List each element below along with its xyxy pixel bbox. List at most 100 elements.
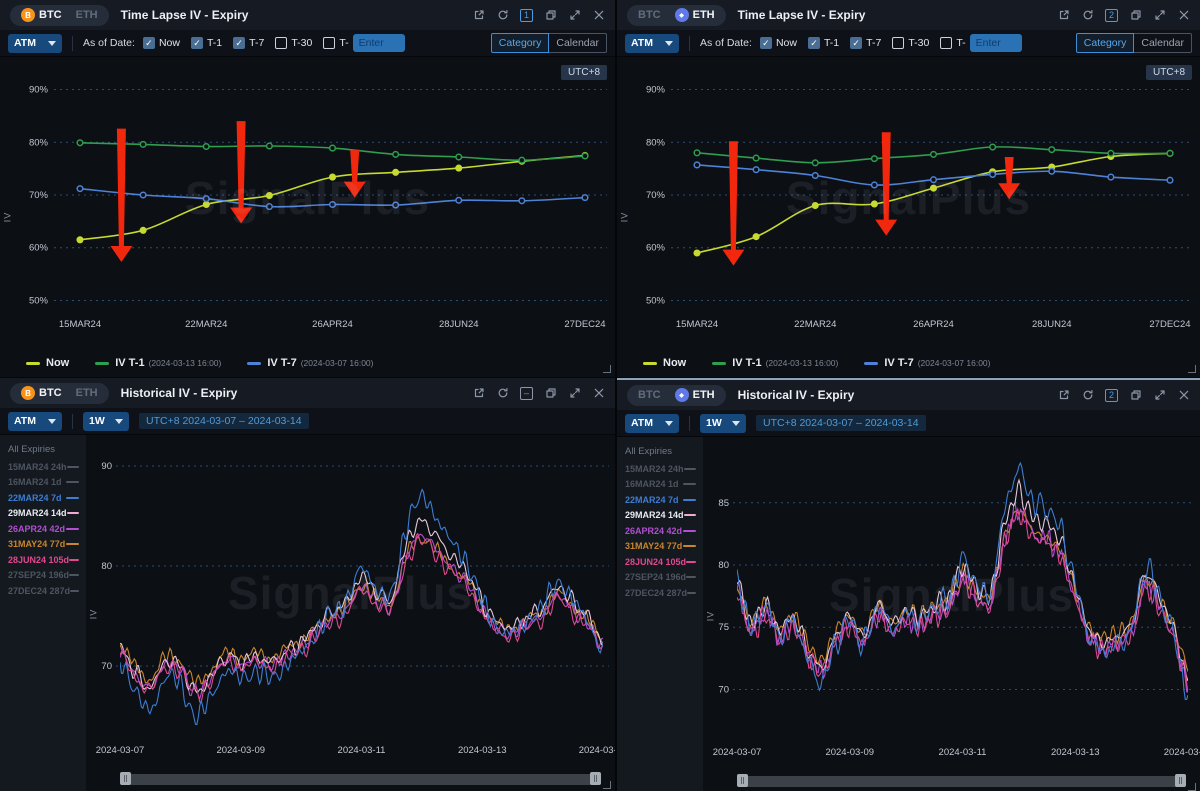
checkbox-now[interactable]: ✓Now (760, 37, 797, 49)
t-n-input[interactable]: Enter (970, 34, 1022, 52)
strike-select[interactable]: ATM (625, 414, 679, 433)
checkbox-t-7[interactable]: ✓T-7 (233, 37, 264, 49)
close-icon[interactable] (592, 387, 605, 400)
expand-icon[interactable] (1153, 9, 1166, 22)
scrollbar-right-handle[interactable] (590, 772, 601, 785)
resize-handle[interactable] (603, 781, 611, 789)
open-in-new-icon[interactable] (1057, 389, 1070, 402)
close-icon[interactable] (1177, 389, 1190, 402)
strike-select[interactable]: ATM (625, 34, 679, 53)
coin-btc-tab[interactable]: BTC (631, 5, 668, 26)
checkbox-t-1[interactable]: ✓T-1 (808, 37, 839, 49)
checkbox-t-30[interactable]: T-30 (892, 37, 929, 49)
expiry-item[interactable]: 28JUN24 105d (0, 552, 86, 568)
coin-btc-tab[interactable]: BTC (631, 385, 668, 406)
expiry-item[interactable]: 29MAR24 14d (0, 506, 86, 522)
scrollbar-track[interactable] (120, 774, 601, 785)
time-range-scrollbar[interactable] (737, 775, 1186, 789)
expiry-item[interactable]: 16MAR24 1d (0, 475, 86, 491)
strike-select[interactable]: ATM (8, 412, 62, 431)
window-number-badge[interactable]: – (520, 387, 533, 400)
legend-item[interactable]: IV T-7(2024-03-07 16:00) (247, 357, 373, 369)
strike-select[interactable]: ATM (8, 34, 62, 53)
category-button[interactable]: Category (1076, 33, 1135, 53)
checkbox-t-7[interactable]: ✓T-7 (850, 37, 881, 49)
duplicate-icon[interactable] (1129, 389, 1142, 402)
period-select[interactable]: 1W (700, 414, 746, 433)
resize-handle[interactable] (1188, 365, 1196, 373)
close-icon[interactable] (1177, 9, 1190, 22)
expiry-item[interactable]: 29MAR24 14d (617, 508, 703, 524)
expiry-item[interactable]: 26APR24 42d (617, 523, 703, 539)
open-in-new-icon[interactable] (472, 9, 485, 22)
category-button[interactable]: Category (491, 33, 550, 53)
expiry-item[interactable]: 31MAY24 77d (617, 539, 703, 555)
expiry-item[interactable]: 28JUN24 105d (617, 554, 703, 570)
legend-item[interactable]: IV T-1 (2024-03-13 16:00) (712, 357, 838, 369)
coin-eth-tab[interactable]: ◆ ETH (668, 385, 722, 406)
time-range-scrollbar[interactable] (120, 773, 601, 787)
y-axis-title: IV (88, 609, 98, 620)
window-number-badge[interactable]: 2 (1105, 389, 1118, 402)
legend-name: IV T-1 (732, 357, 761, 369)
coin-eth-tab[interactable]: ETH (69, 383, 105, 404)
scrollbar-track[interactable] (737, 776, 1186, 787)
refresh-icon[interactable] (1081, 389, 1094, 402)
open-in-new-icon[interactable] (472, 387, 485, 400)
legend-item[interactable]: IV T-7(2024-03-07 16:00) (864, 357, 990, 369)
duplicate-icon[interactable] (1129, 9, 1142, 22)
legend-date: (2024-03-13 16:00) (766, 358, 839, 368)
refresh-icon[interactable] (496, 9, 509, 22)
open-in-new-icon[interactable] (1057, 9, 1070, 22)
expiry-item[interactable]: 22MAR24 7d (617, 492, 703, 508)
checkbox-t-[interactable]: T- (940, 37, 965, 49)
expiry-list-header[interactable]: All Expiries (0, 442, 86, 459)
expiry-item[interactable]: 27DEC24 287d (617, 585, 703, 601)
legend-item[interactable]: Now (26, 357, 69, 369)
expiry-item[interactable]: 26APR24 42d (0, 521, 86, 537)
checkbox-now[interactable]: ✓Now (143, 37, 180, 49)
t-n-input[interactable]: Enter (353, 34, 405, 52)
expand-icon[interactable] (568, 387, 581, 400)
checkbox-label: T- (339, 37, 348, 49)
expiry-item[interactable]: 16MAR24 1d (617, 477, 703, 493)
expiry-list-header[interactable]: All Expiries (617, 444, 703, 461)
expiry-item[interactable]: 27DEC24 287d (0, 583, 86, 599)
legend-item[interactable]: Now (643, 357, 686, 369)
expiry-item[interactable]: 15MAR24 24h (617, 461, 703, 477)
expiry-item[interactable]: 15MAR24 24h (0, 459, 86, 475)
refresh-icon[interactable] (1081, 9, 1094, 22)
checkbox-t-30[interactable]: T-30 (275, 37, 312, 49)
expand-icon[interactable] (568, 9, 581, 22)
close-icon[interactable] (592, 9, 605, 22)
duplicate-icon[interactable] (544, 387, 557, 400)
calendar-button[interactable]: Calendar (1134, 33, 1192, 53)
scrollbar-right-handle[interactable] (1175, 774, 1186, 787)
resize-handle[interactable] (603, 365, 611, 373)
expiry-item[interactable]: 27SEP24 196d (0, 568, 86, 584)
resize-handle[interactable] (1188, 783, 1196, 791)
expiry-item[interactable]: 31MAY24 77d (0, 537, 86, 553)
period-select[interactable]: 1W (83, 412, 129, 431)
coin-eth-tab[interactable]: ETH (69, 5, 105, 26)
coin-btc-tab[interactable]: B BTC (14, 383, 69, 404)
scrollbar-left-handle[interactable] (120, 772, 131, 785)
scrollbar-left-handle[interactable] (737, 774, 748, 787)
legend-item[interactable]: IV T-1(2024-03-13 16:00) (95, 357, 221, 369)
checkbox-t-[interactable]: T- (323, 37, 348, 49)
window-number-badge[interactable]: 2 (1105, 9, 1118, 22)
duplicate-icon[interactable] (544, 9, 557, 22)
panel-btc-historical: B BTC ETH Historical IV - Expiry – ATM 1… (0, 378, 615, 791)
expand-icon[interactable] (1153, 389, 1166, 402)
coin-btc-label: BTC (39, 387, 62, 399)
coin-btc-tab[interactable]: B BTC (14, 5, 69, 26)
coin-eth-tab[interactable]: ◆ ETH (668, 5, 722, 26)
expiry-item[interactable]: 27SEP24 196d (617, 570, 703, 586)
window-number-badge[interactable]: 1 (520, 9, 533, 22)
refresh-icon[interactable] (496, 387, 509, 400)
expiry-item[interactable]: 22MAR24 7d (0, 490, 86, 506)
calendar-button[interactable]: Calendar (549, 33, 607, 53)
red-annotation-arrow (110, 129, 132, 262)
checkbox-t-1[interactable]: ✓T-1 (191, 37, 222, 49)
chart-legend: Now IV T-1 (2024-03-13 16:00) IV T-7(2024-0… (643, 357, 990, 369)
